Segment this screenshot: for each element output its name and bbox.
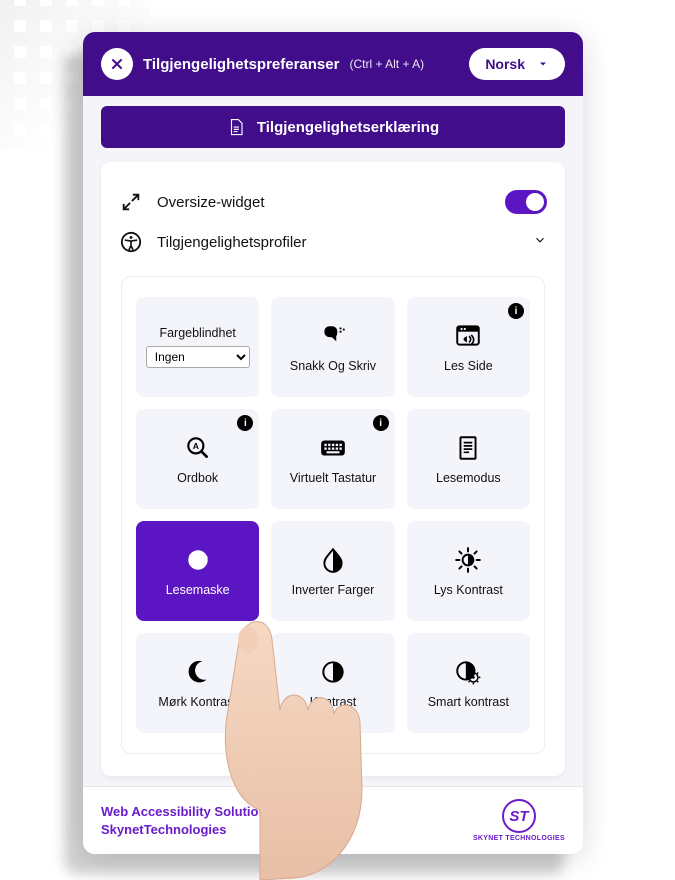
brand-name: SKYNET TECHNOLOGIES bbox=[473, 835, 565, 842]
close-button[interactable] bbox=[101, 48, 133, 80]
close-icon bbox=[109, 56, 125, 72]
header-shortcut: (Ctrl + Alt + A) bbox=[349, 57, 424, 71]
footer-text: Web Accessibility Solution By SkynetTech… bbox=[101, 803, 287, 838]
half-drop-icon bbox=[319, 545, 347, 575]
oversize-label: Oversize-widget bbox=[157, 194, 265, 211]
magnify-a-icon: A bbox=[184, 433, 212, 463]
expand-icon bbox=[119, 190, 143, 214]
accessibility-profiles-row[interactable]: Tilgjengelighetsprofiler bbox=[119, 222, 547, 262]
footer-line2: SkynetTechnologies bbox=[101, 821, 287, 839]
tile-read-mode[interactable]: Lesemodus bbox=[407, 409, 530, 509]
brand-logo: ST bbox=[502, 799, 536, 833]
colorblind-select[interactable]: Ingen bbox=[146, 346, 250, 368]
widget-footer: Web Accessibility Solution By SkynetTech… bbox=[83, 786, 583, 854]
tile-smart-contrast[interactable]: Smart kontrast bbox=[407, 633, 530, 733]
tile-label: Inverter Farger bbox=[292, 583, 375, 597]
sun-icon bbox=[454, 545, 482, 575]
tile-invert[interactable]: Inverter Farger bbox=[271, 521, 394, 621]
tile-read-page[interactable]: i Les Side bbox=[407, 297, 530, 397]
accessibility-icon bbox=[119, 230, 143, 254]
tile-contrast[interactable]: Kontrast bbox=[271, 633, 394, 733]
info-badge[interactable]: i bbox=[508, 303, 524, 319]
half-circle-icon bbox=[319, 657, 347, 687]
tile-label: Les Side bbox=[444, 359, 493, 373]
language-label: Norsk bbox=[485, 56, 525, 72]
svg-text:A: A bbox=[192, 441, 198, 451]
tile-colorblind[interactable]: Fargeblindhet Ingen bbox=[136, 297, 259, 397]
chevron-down-icon bbox=[533, 233, 547, 252]
tile-label: Snakk Og Skriv bbox=[290, 359, 376, 373]
tile-light-contrast[interactable]: Lys Kontrast bbox=[407, 521, 530, 621]
tile-dictionary[interactable]: i A Ordbok bbox=[136, 409, 259, 509]
document-icon bbox=[227, 118, 245, 136]
keyboard-icon bbox=[319, 433, 347, 463]
declaration-label: Tilgjengelighetserklæring bbox=[257, 119, 439, 136]
widget-header: Tilgjengelighetspreferanser (Ctrl + Alt … bbox=[83, 32, 583, 96]
tile-label: Lesemaske bbox=[166, 583, 230, 597]
oversize-widget-row: Oversize-widget bbox=[119, 182, 547, 222]
info-badge[interactable]: i bbox=[237, 415, 253, 431]
tile-label: Smart kontrast bbox=[428, 695, 509, 709]
tile-label: Lesemodus bbox=[436, 471, 501, 485]
tiles-card: Fargeblindhet Ingen Snakk Og Skriv i Les Sid… bbox=[121, 276, 545, 754]
tiles-grid: Fargeblindhet Ingen Snakk Og Skriv i Les Sid… bbox=[136, 297, 530, 733]
tile-read-mask[interactable]: Lesemaske bbox=[136, 521, 259, 621]
language-selector[interactable]: Norsk bbox=[469, 48, 565, 80]
tile-virtual-kbd[interactable]: i Virtuelt Tastatur bbox=[271, 409, 394, 509]
moon-icon bbox=[184, 657, 212, 687]
browser-audio-icon bbox=[454, 321, 482, 351]
header-title: Tilgjengelighetspreferanser bbox=[143, 56, 339, 73]
info-badge[interactable]: i bbox=[373, 415, 389, 431]
tile-label: Mørk Kontrast bbox=[158, 695, 237, 709]
tile-label: Virtuelt Tastatur bbox=[290, 471, 376, 485]
accessibility-declaration-button[interactable]: Tilgjengelighetserklæring bbox=[101, 106, 565, 148]
tile-label: Fargeblindhet bbox=[159, 326, 235, 340]
tile-label: Ordbok bbox=[177, 471, 218, 485]
tile-label: Kontrast bbox=[310, 695, 357, 709]
half-gear-icon bbox=[454, 657, 482, 687]
tile-label: Lys Kontrast bbox=[434, 583, 503, 597]
oversize-toggle[interactable] bbox=[505, 190, 547, 214]
chevron-down-icon bbox=[537, 58, 549, 70]
document-icon bbox=[454, 433, 482, 463]
accessibility-widget: Tilgjengelighetspreferanser (Ctrl + Alt … bbox=[83, 32, 583, 854]
footer-line1: Web Accessibility Solution By bbox=[101, 803, 287, 821]
tile-dark-contrast[interactable]: Mørk Kontrast bbox=[136, 633, 259, 733]
main-panel: Oversize-widget Tilgjengelighetsprofiler… bbox=[101, 162, 565, 776]
tile-speak-type[interactable]: Snakk Og Skriv bbox=[271, 297, 394, 397]
profiles-label: Tilgjengelighetsprofiler bbox=[157, 234, 307, 251]
mask-icon bbox=[184, 545, 212, 575]
speak-icon bbox=[319, 321, 347, 351]
brand-badge[interactable]: ST SKYNET TECHNOLOGIES bbox=[473, 799, 565, 842]
